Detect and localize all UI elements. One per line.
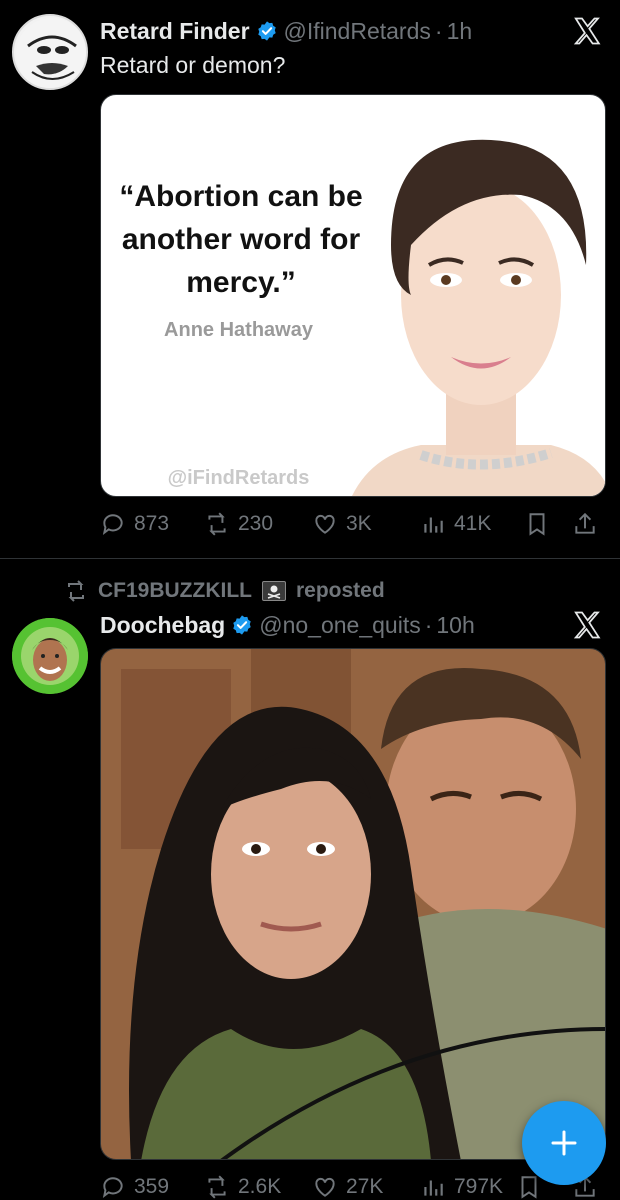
- repost-button[interactable]: 2.6K: [204, 1170, 281, 1200]
- bookmark-icon: [521, 1176, 537, 1199]
- x-logo-icon[interactable]: [572, 16, 602, 46]
- tweet-divider: [0, 558, 620, 559]
- separator-dot: ·: [424, 611, 433, 638]
- repost-count: 2.6K: [238, 1175, 282, 1198]
- bookmark-button[interactable]: [524, 507, 550, 541]
- repost-count: 230: [238, 512, 274, 535]
- quote-text: “Abortion can be another word for mercy.…: [101, 175, 381, 304]
- display-name[interactable]: Doochebag: [100, 612, 225, 639]
- reply-icon: [102, 514, 123, 535]
- timestamp[interactable]: 10h: [436, 612, 474, 639]
- plus-icon: [551, 1130, 577, 1156]
- courtroom-photo: [101, 649, 605, 1159]
- tweet-header: Retard Finder @IfindRetards · 1h: [100, 14, 472, 48]
- repost-context[interactable]: CF19BUZZKILL reposted: [64, 576, 385, 606]
- tweet-media-quote-card[interactable]: “Abortion can be another word for mercy.…: [100, 94, 606, 497]
- display-name[interactable]: Retard Finder: [100, 18, 250, 45]
- quote-author: Anne Hathaway: [164, 319, 313, 341]
- like-button[interactable]: 3K: [312, 507, 372, 541]
- reposter-name[interactable]: CF19BUZZKILL: [98, 579, 252, 603]
- repost-label: reposted: [296, 579, 385, 602]
- view-count: 797K: [454, 1175, 504, 1198]
- tweet-actions: 873 230 3K 41K: [100, 507, 606, 541]
- tweet-text: Retard or demon?: [100, 52, 286, 78]
- tweet-header: Doochebag @no_one_quits · 10h: [100, 608, 475, 642]
- heart-icon: [315, 1177, 335, 1197]
- handle[interactable]: @no_one_quits: [259, 612, 420, 639]
- verified-badge-icon: [257, 21, 276, 41]
- handle[interactable]: @IfindRetards: [284, 18, 431, 45]
- repost-icon: [208, 512, 226, 536]
- meme-face-icon: [16, 18, 86, 88]
- reply-button[interactable]: 873: [100, 507, 169, 541]
- tweet-2[interactable]: Doochebag @no_one_quits · 10h 359 2.6K 2…: [0, 606, 620, 1200]
- portrait-photo: [352, 139, 605, 496]
- views-chart-icon: [424, 1180, 443, 1196]
- share-icon: [575, 512, 595, 534]
- repost-icon: [68, 580, 84, 602]
- like-count: 3K: [346, 512, 372, 535]
- verified-badge-icon: [233, 615, 251, 635]
- reply-icon: [102, 1177, 123, 1198]
- share-button[interactable]: [572, 507, 598, 541]
- quote-line: mercy.”: [186, 266, 296, 299]
- avatar[interactable]: [12, 618, 88, 694]
- like-button[interactable]: 27K: [312, 1170, 383, 1200]
- repost-button[interactable]: 230: [204, 507, 273, 541]
- like-count: 27K: [346, 1175, 384, 1198]
- tweet-actions: 359 2.6K 27K 797K: [100, 1170, 606, 1200]
- views-button[interactable]: 41K: [420, 507, 491, 541]
- quote-line: “Abortion can be: [119, 180, 363, 213]
- heart-icon: [315, 514, 335, 534]
- tweet-media-photo[interactable]: [100, 648, 606, 1160]
- view-count: 41K: [454, 512, 492, 535]
- bookmark-icon: [529, 513, 545, 536]
- repost-icon: [208, 1175, 226, 1199]
- reply-count: 359: [134, 1175, 170, 1198]
- pirate-flag-icon: [262, 581, 286, 601]
- watermark: @iFindRetards: [167, 467, 310, 489]
- reply-button[interactable]: 359: [100, 1170, 169, 1200]
- quote-line: another word for: [121, 223, 361, 256]
- tweet-1[interactable]: Retard Finder @IfindRetards · 1h Retard …: [0, 0, 620, 558]
- compose-button[interactable]: [522, 1101, 606, 1185]
- smiling-man-avatar: [12, 618, 88, 694]
- reply-count: 873: [134, 512, 170, 535]
- x-logo-icon[interactable]: [572, 610, 602, 640]
- views-chart-icon: [424, 517, 443, 533]
- views-button[interactable]: 797K: [420, 1170, 503, 1200]
- separator-dot: ·: [434, 17, 443, 44]
- timestamp[interactable]: 1h: [447, 18, 473, 45]
- avatar[interactable]: [12, 14, 88, 90]
